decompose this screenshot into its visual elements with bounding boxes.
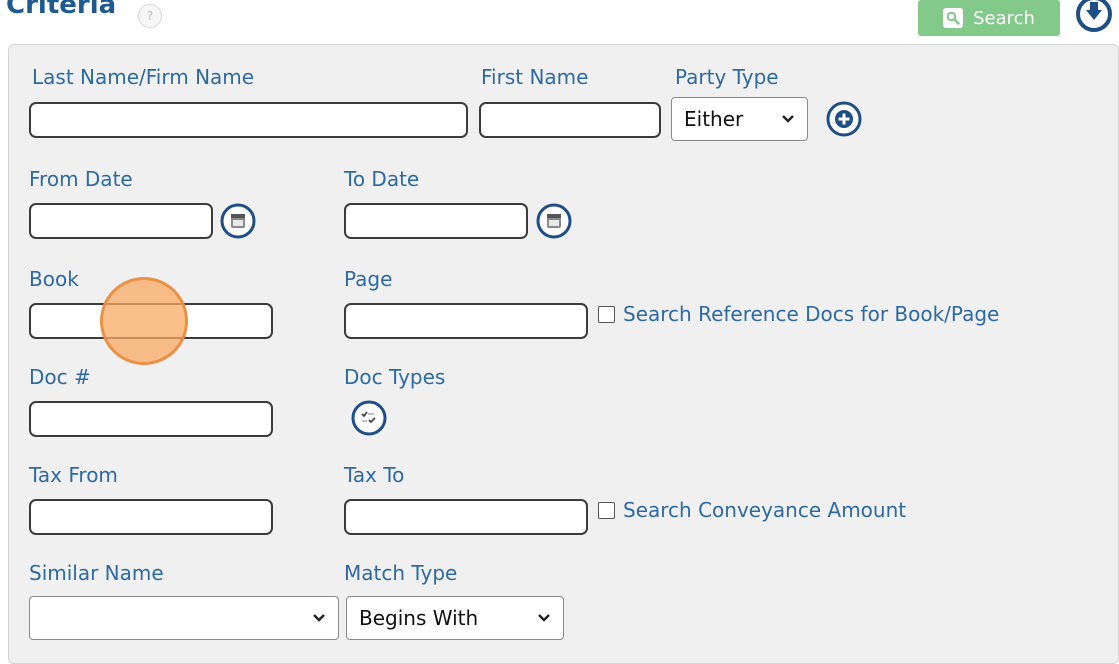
from-date-label: From Date [29, 167, 133, 191]
checkbox[interactable] [598, 305, 615, 323]
doc-num-input[interactable] [29, 401, 273, 437]
chevron-down-icon [313, 614, 325, 622]
help-icon[interactable]: ? [138, 4, 162, 28]
chevron-down-icon [538, 614, 550, 622]
search-button-label: Search [973, 7, 1035, 29]
tax-to-input[interactable] [344, 499, 588, 535]
party-type-value: Either [684, 107, 744, 131]
last-name-label: Last Name/Firm Name [32, 65, 255, 89]
ref-docs-checkbox[interactable]: Search Reference Docs for Book/Page [598, 302, 999, 326]
tax-from-label: Tax From [29, 463, 118, 487]
page-input[interactable] [344, 303, 588, 339]
criteria-panel: Last Name/Firm Name First Name Party Typ… [8, 44, 1119, 664]
party-type-select[interactable]: Either [671, 97, 808, 141]
tax-to-label: Tax To [344, 463, 405, 487]
party-type-label: Party Type [675, 65, 779, 89]
from-date-input[interactable] [29, 203, 213, 239]
add-party-icon[interactable] [825, 100, 863, 138]
book-input[interactable] [29, 303, 273, 339]
conveyance-checkbox-label: Search Conveyance Amount [623, 498, 907, 522]
doc-num-label: Doc # [29, 365, 91, 389]
calendar-icon[interactable] [220, 203, 256, 239]
search-button[interactable]: Search [918, 0, 1060, 36]
similar-name-label: Similar Name [29, 561, 164, 585]
match-type-value: Begins With [359, 606, 479, 630]
expand-down-icon[interactable] [1071, 0, 1117, 40]
checkbox[interactable] [598, 501, 615, 519]
to-date-label: To Date [344, 167, 420, 191]
page-title: Criteria [6, 0, 117, 20]
to-date-input[interactable] [344, 203, 528, 239]
magnifier-icon [943, 8, 964, 28]
match-type-select[interactable]: Begins With [346, 596, 564, 640]
tax-from-input[interactable] [29, 499, 273, 535]
doc-types-picker-icon[interactable] [350, 399, 388, 437]
last-name-input[interactable] [29, 102, 468, 138]
ref-docs-checkbox-label: Search Reference Docs for Book/Page [623, 302, 1000, 326]
page-label: Page [344, 267, 393, 291]
first-name-label: First Name [481, 65, 589, 89]
match-type-label: Match Type [344, 561, 458, 585]
similar-name-select[interactable] [29, 596, 339, 640]
first-name-input[interactable] [479, 102, 661, 138]
calendar-icon[interactable] [536, 203, 572, 239]
book-label: Book [29, 267, 79, 291]
chevron-down-icon [782, 115, 794, 123]
doc-types-label: Doc Types [344, 365, 446, 389]
conveyance-checkbox[interactable]: Search Conveyance Amount [598, 498, 906, 522]
